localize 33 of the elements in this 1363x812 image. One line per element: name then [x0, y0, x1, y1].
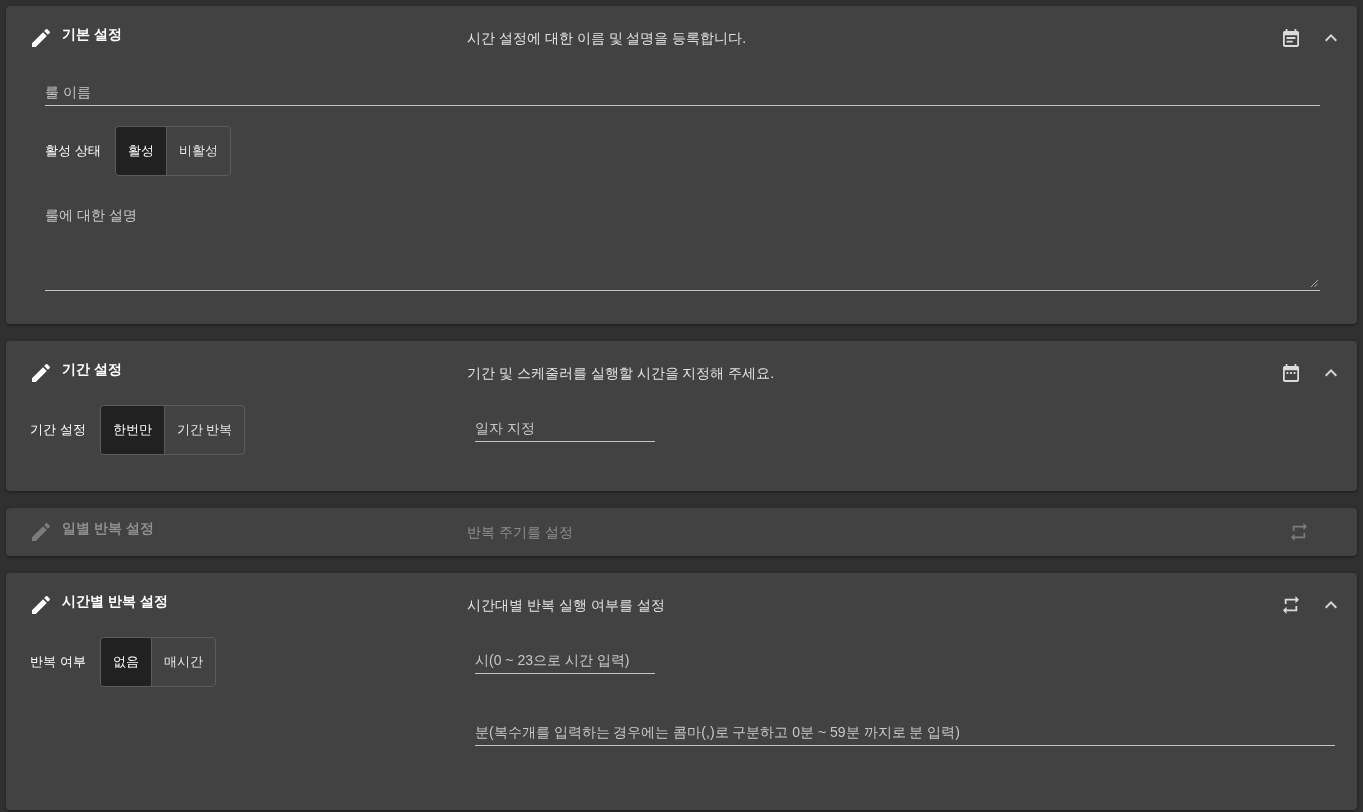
pencil-icon[interactable] — [32, 364, 50, 382]
text-field[interactable]: 룰 이름 — [45, 78, 1320, 106]
text-field[interactable]: 일자 지정 — [475, 414, 655, 442]
toggle-option[interactable]: 한번만 — [100, 406, 164, 454]
panel-title: 기본 설정 — [62, 24, 122, 44]
calendar-dots-icon[interactable] — [1283, 364, 1299, 382]
panel-description: 반복 주기를 설정 — [467, 522, 574, 542]
chevron-up-icon[interactable] — [1325, 34, 1337, 42]
chevron-up-icon[interactable] — [1325, 369, 1337, 377]
textarea-field[interactable]: 룰에 대한 설명 — [45, 205, 1320, 291]
panel-description: 시간대별 반복 실행 여부를 설정 — [467, 595, 666, 615]
panel-description: 시간 설정에 대한 이름 및 설명을 등록합니다. — [467, 28, 748, 48]
calendar-lines-icon[interactable] — [1283, 29, 1299, 47]
toggle-option[interactable]: 매시간 — [150, 638, 215, 686]
toggle-option[interactable]: 없음 — [100, 638, 151, 686]
panel-title: 일별 반복 설정 — [62, 518, 154, 538]
repeat-icon[interactable] — [1283, 596, 1299, 614]
toggle-option[interactable]: 비활성 — [165, 127, 230, 175]
toggle-option[interactable]: 기간 반복 — [163, 406, 245, 454]
field-label: 반복 여부 — [30, 653, 86, 672]
pencil-icon[interactable] — [32, 596, 50, 614]
toggle-option[interactable]: 활성 — [115, 127, 166, 175]
text-field[interactable]: 분(복수개를 입력하는 경우에는 콤마(,)로 구분하고 0분 ~ 59분 까지로 분 입력) — [475, 718, 1335, 746]
pencil-icon[interactable] — [32, 29, 50, 47]
text-field[interactable]: 시(0 ~ 23으로 시간 입력) — [475, 646, 655, 674]
panel-title: 시간별 반복 설정 — [62, 591, 168, 611]
chevron-up-icon[interactable] — [1325, 601, 1337, 609]
textarea-input[interactable]: 룰에 대한 설명 — [45, 205, 1320, 278]
field-label: 활성 상태 — [45, 142, 101, 161]
field-label: 기간 설정 — [30, 421, 86, 440]
panel-description: 기간 및 스케줄러를 실행할 시간을 지정해 주세요. — [467, 363, 776, 383]
resize-handle-icon[interactable] — [1311, 280, 1318, 287]
panel-title: 기간 설정 — [62, 359, 122, 379]
